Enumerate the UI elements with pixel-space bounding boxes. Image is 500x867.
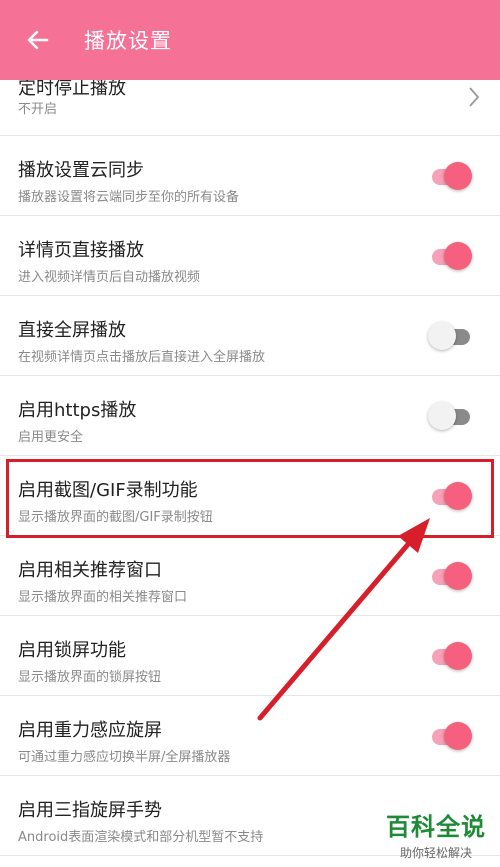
setting-subtitle: 显示播放界面的相关推荐窗口 bbox=[18, 590, 188, 605]
setting-title: 播放设置云同步 bbox=[18, 160, 144, 181]
toggle-switch[interactable] bbox=[428, 562, 472, 590]
setting-subtitle: 启用更安全 bbox=[18, 430, 84, 445]
setting-row-recommend-window[interactable]: 启用相关推荐窗口 显示播放界面的相关推荐窗口 bbox=[0, 536, 500, 616]
setting-title: 启用相关推荐窗口 bbox=[18, 560, 162, 581]
app-header: 播放设置 bbox=[0, 0, 500, 80]
setting-title: 启用https播放 bbox=[18, 400, 137, 421]
setting-row-screen-lock[interactable]: 启用锁屏功能 显示播放界面的锁屏按钮 bbox=[0, 616, 500, 696]
toggle-switch[interactable] bbox=[428, 482, 472, 510]
setting-title: 启用锁屏功能 bbox=[18, 640, 126, 661]
settings-list: 定时停止播放 不开启 播放设置云同步 播放器设置将云端同步至你的所有设备 详情页… bbox=[0, 56, 500, 856]
watermark: 百科全说 助你轻松解决 bbox=[386, 807, 486, 861]
setting-subtitle: 显示播放界面的锁屏按钮 bbox=[18, 670, 162, 685]
setting-row-cloud-sync[interactable]: 播放设置云同步 播放器设置将云端同步至你的所有设备 bbox=[0, 136, 500, 216]
chevron-right-icon bbox=[469, 87, 480, 107]
setting-title: 启用重力感应旋屏 bbox=[18, 720, 162, 741]
setting-row-detail-autoplay[interactable]: 详情页直接播放 进入视频详情页后自动播放视频 bbox=[0, 216, 500, 296]
toggle-switch[interactable] bbox=[428, 162, 472, 190]
watermark-subtitle: 助你轻松解决 bbox=[399, 846, 472, 860]
setting-row-gravity-rotate[interactable]: 启用重力感应旋屏 可通过重力感应切换半屏/全屏播放器 bbox=[0, 696, 500, 776]
setting-title: 启用截图/GIF录制功能 bbox=[18, 480, 198, 501]
arrow-left-icon bbox=[27, 30, 49, 50]
page-title: 播放设置 bbox=[84, 29, 172, 53]
toggle-switch[interactable] bbox=[428, 402, 472, 430]
setting-subtitle: 进入视频详情页后自动播放视频 bbox=[18, 270, 201, 285]
toggle-switch[interactable] bbox=[428, 322, 472, 350]
setting-title: 详情页直接播放 bbox=[18, 240, 144, 261]
toggle-switch[interactable] bbox=[428, 722, 472, 750]
back-button[interactable] bbox=[26, 28, 50, 52]
toggle-switch[interactable] bbox=[428, 242, 472, 270]
setting-subtitle: 播放器设置将云端同步至你的所有设备 bbox=[18, 190, 240, 205]
setting-subtitle: 在视频详情页点击播放后直接进入全屏播放 bbox=[18, 350, 266, 365]
watermark-title: 百科全说 bbox=[386, 813, 486, 841]
toggle-switch[interactable] bbox=[428, 642, 472, 670]
setting-subtitle: 可通过重力感应切换半屏/全屏播放器 bbox=[18, 750, 231, 765]
setting-row-screenshot-gif[interactable]: 启用截图/GIF录制功能 显示播放界面的截图/GIF录制按钮 bbox=[0, 456, 500, 536]
setting-subtitle: 显示播放界面的截图/GIF录制按钮 bbox=[18, 510, 213, 525]
setting-row-direct-fullscreen[interactable]: 直接全屏播放 在视频详情页点击播放后直接进入全屏播放 bbox=[0, 296, 500, 376]
setting-subtitle: 不开启 bbox=[18, 102, 58, 117]
setting-subtitle: Android表面渲染模式和部分机型暂不支持 bbox=[18, 830, 264, 845]
setting-title: 启用三指旋屏手势 bbox=[18, 800, 162, 821]
setting-title: 直接全屏播放 bbox=[18, 320, 126, 341]
setting-row-https[interactable]: 启用https播放 启用更安全 bbox=[0, 376, 500, 456]
